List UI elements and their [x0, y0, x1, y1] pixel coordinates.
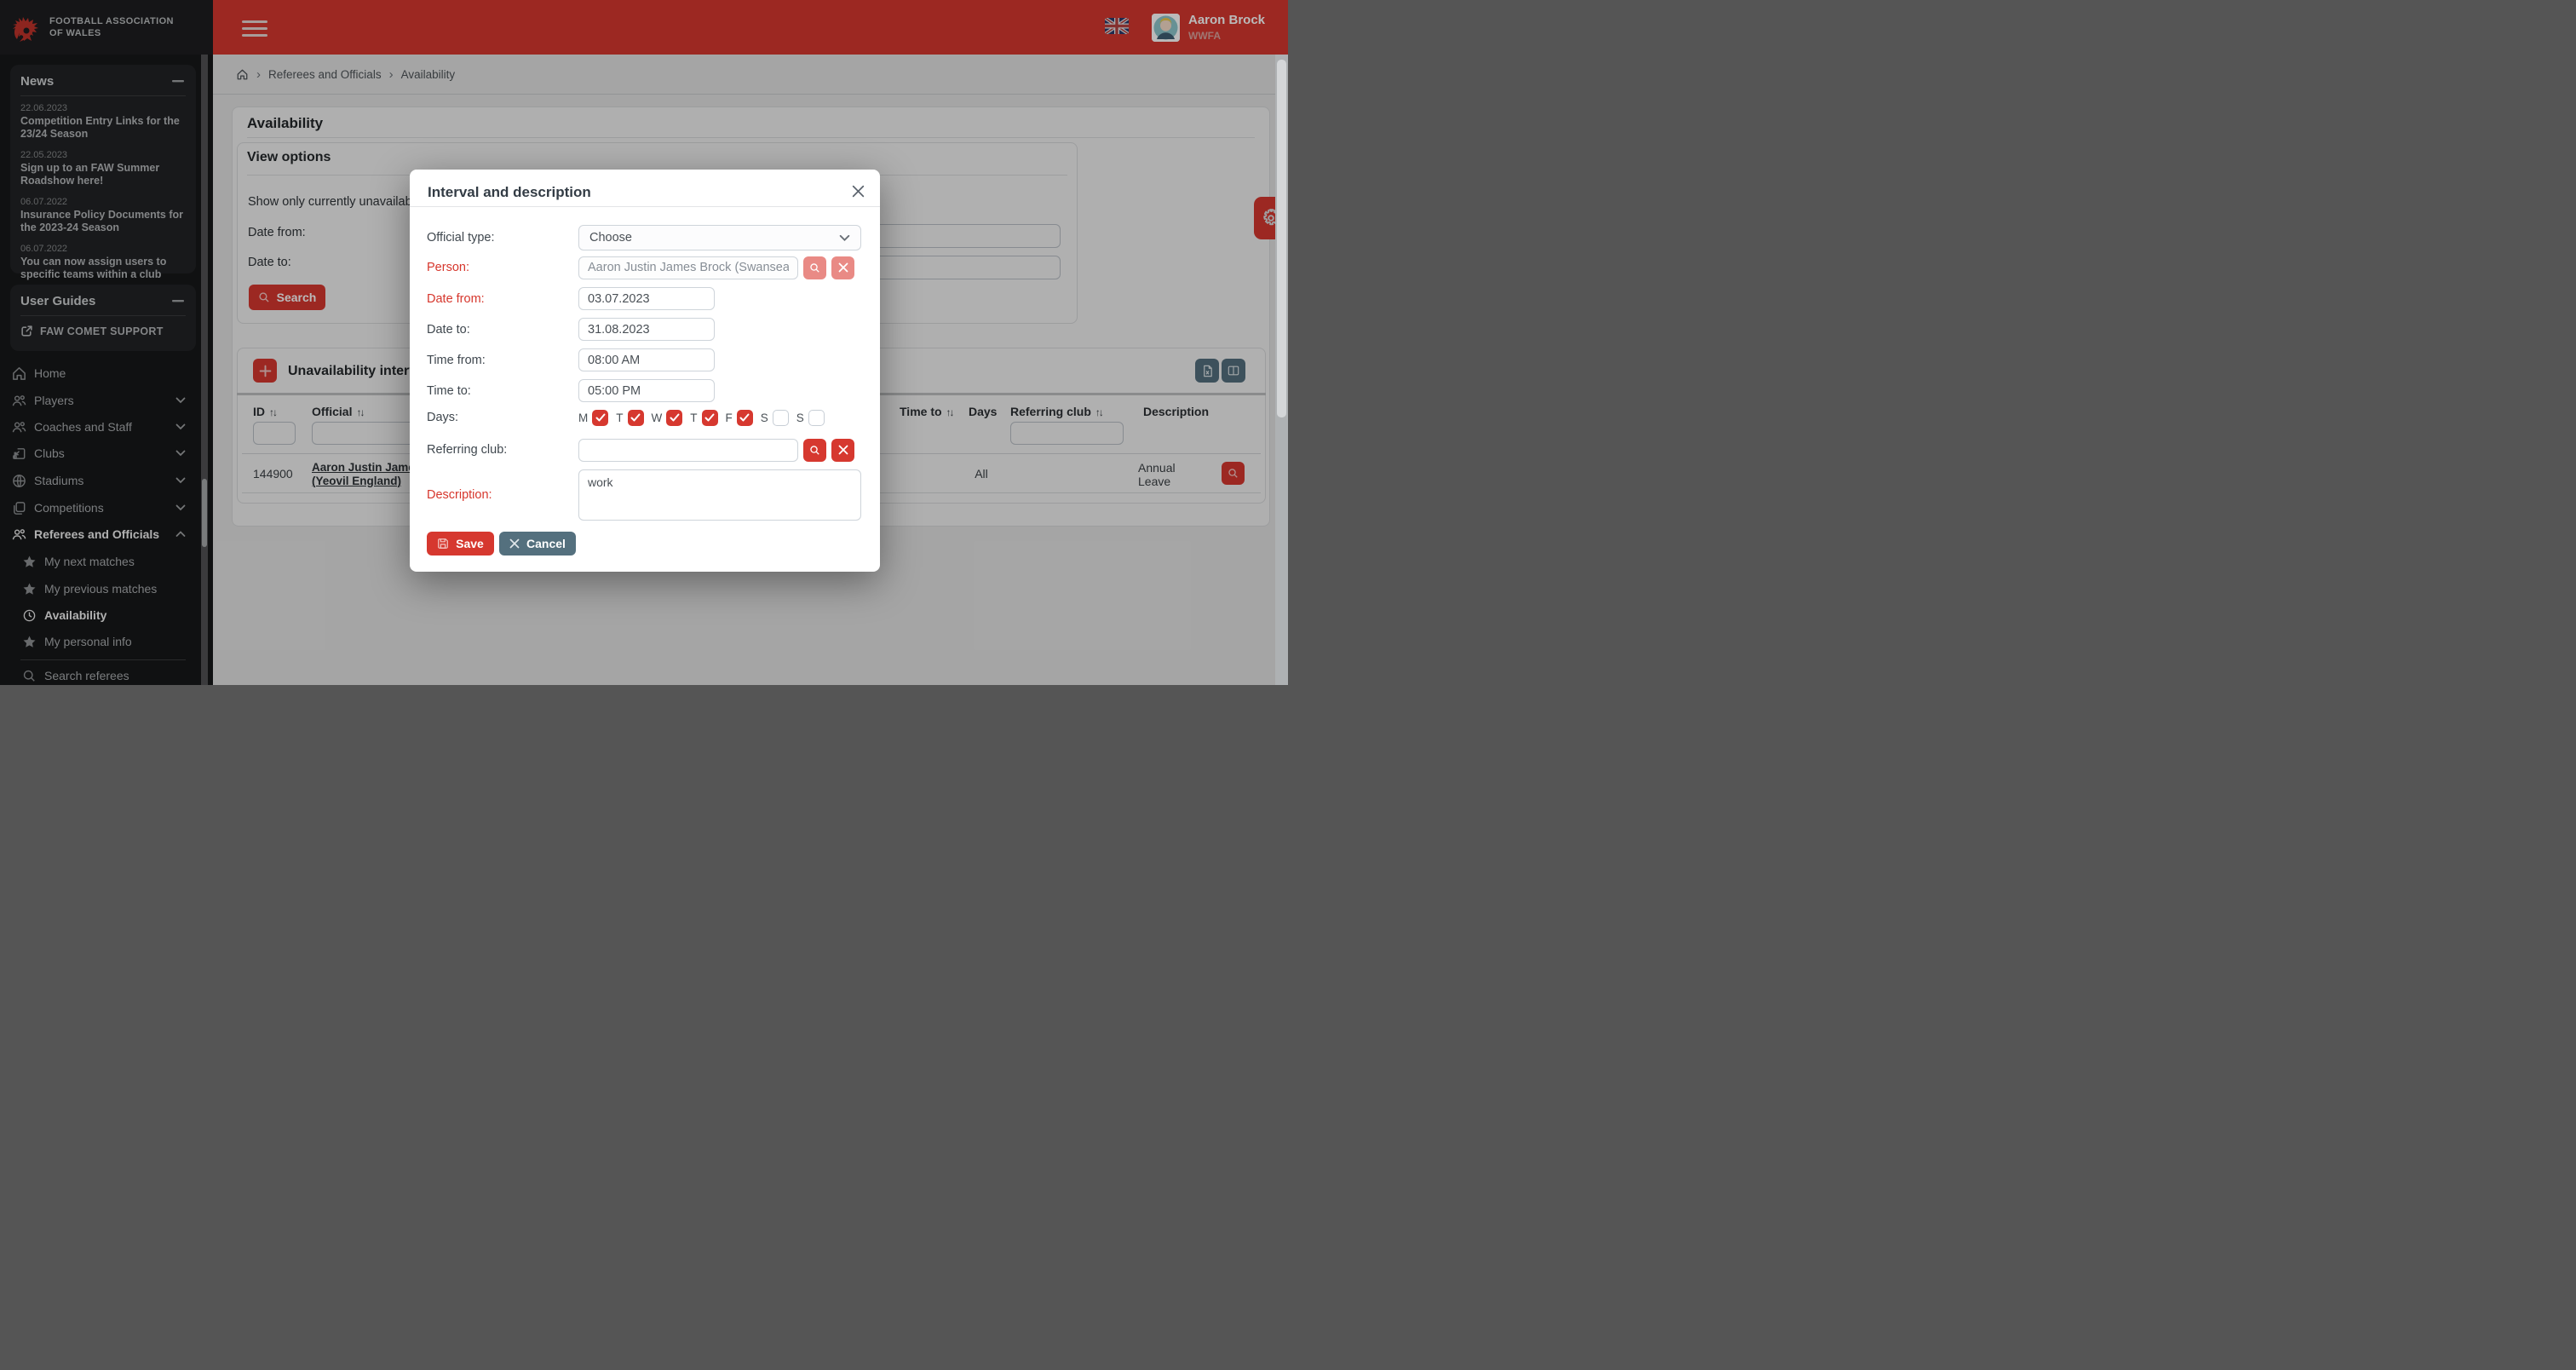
- time-to-label: Time to:: [427, 384, 578, 398]
- date-from-label: Date from:: [427, 292, 578, 306]
- date-to-input[interactable]: [578, 318, 715, 341]
- official-type-label: Official type:: [427, 231, 578, 245]
- save-button[interactable]: Save: [427, 532, 494, 555]
- search-icon: [809, 262, 820, 273]
- date-to-label: Date to:: [427, 323, 578, 337]
- modal-title: Interval and description: [428, 184, 591, 201]
- person-input[interactable]: [578, 256, 798, 279]
- chevron-down-icon: [839, 234, 850, 242]
- description-textarea[interactable]: work: [578, 469, 861, 521]
- person-clear-button[interactable]: [831, 256, 854, 279]
- days-label: Days:: [427, 411, 578, 424]
- time-from-input[interactable]: [578, 348, 715, 371]
- day-sunday-checkbox[interactable]: [808, 410, 825, 426]
- page-scrollbar-thumb[interactable]: [1277, 60, 1286, 417]
- day-thursday-checkbox[interactable]: [702, 410, 718, 426]
- time-from-label: Time from:: [427, 354, 578, 367]
- referring-club-input[interactable]: [578, 439, 798, 462]
- interval-description-modal: Interval and description Official type: …: [410, 170, 880, 572]
- day-monday-checkbox[interactable]: [592, 410, 608, 426]
- modal-close-icon[interactable]: [848, 181, 868, 201]
- referring-club-clear-button[interactable]: [831, 439, 854, 462]
- x-icon: [838, 445, 848, 455]
- date-from-input[interactable]: [578, 287, 715, 310]
- person-search-button[interactable]: [803, 256, 826, 279]
- day-saturday-checkbox[interactable]: [773, 410, 789, 426]
- referring-club-label: Referring club:: [427, 443, 578, 457]
- day-friday-checkbox[interactable]: [737, 410, 753, 426]
- description-label: Description:: [427, 488, 578, 502]
- app-window: FOOTBALL ASSOCIATION OF WALES Aaron Broc…: [0, 0, 1288, 685]
- cancel-button[interactable]: Cancel: [499, 532, 576, 555]
- person-label: Person:: [427, 261, 578, 274]
- referring-club-search-button[interactable]: [803, 439, 826, 462]
- search-icon: [809, 445, 820, 456]
- time-to-input[interactable]: [578, 379, 715, 402]
- day-wednesday-checkbox[interactable]: [666, 410, 682, 426]
- x-icon: [838, 262, 848, 273]
- official-type-select[interactable]: Choose: [578, 225, 861, 250]
- x-icon: [509, 538, 520, 549]
- day-tuesday-checkbox[interactable]: [628, 410, 644, 426]
- save-icon: [437, 538, 449, 550]
